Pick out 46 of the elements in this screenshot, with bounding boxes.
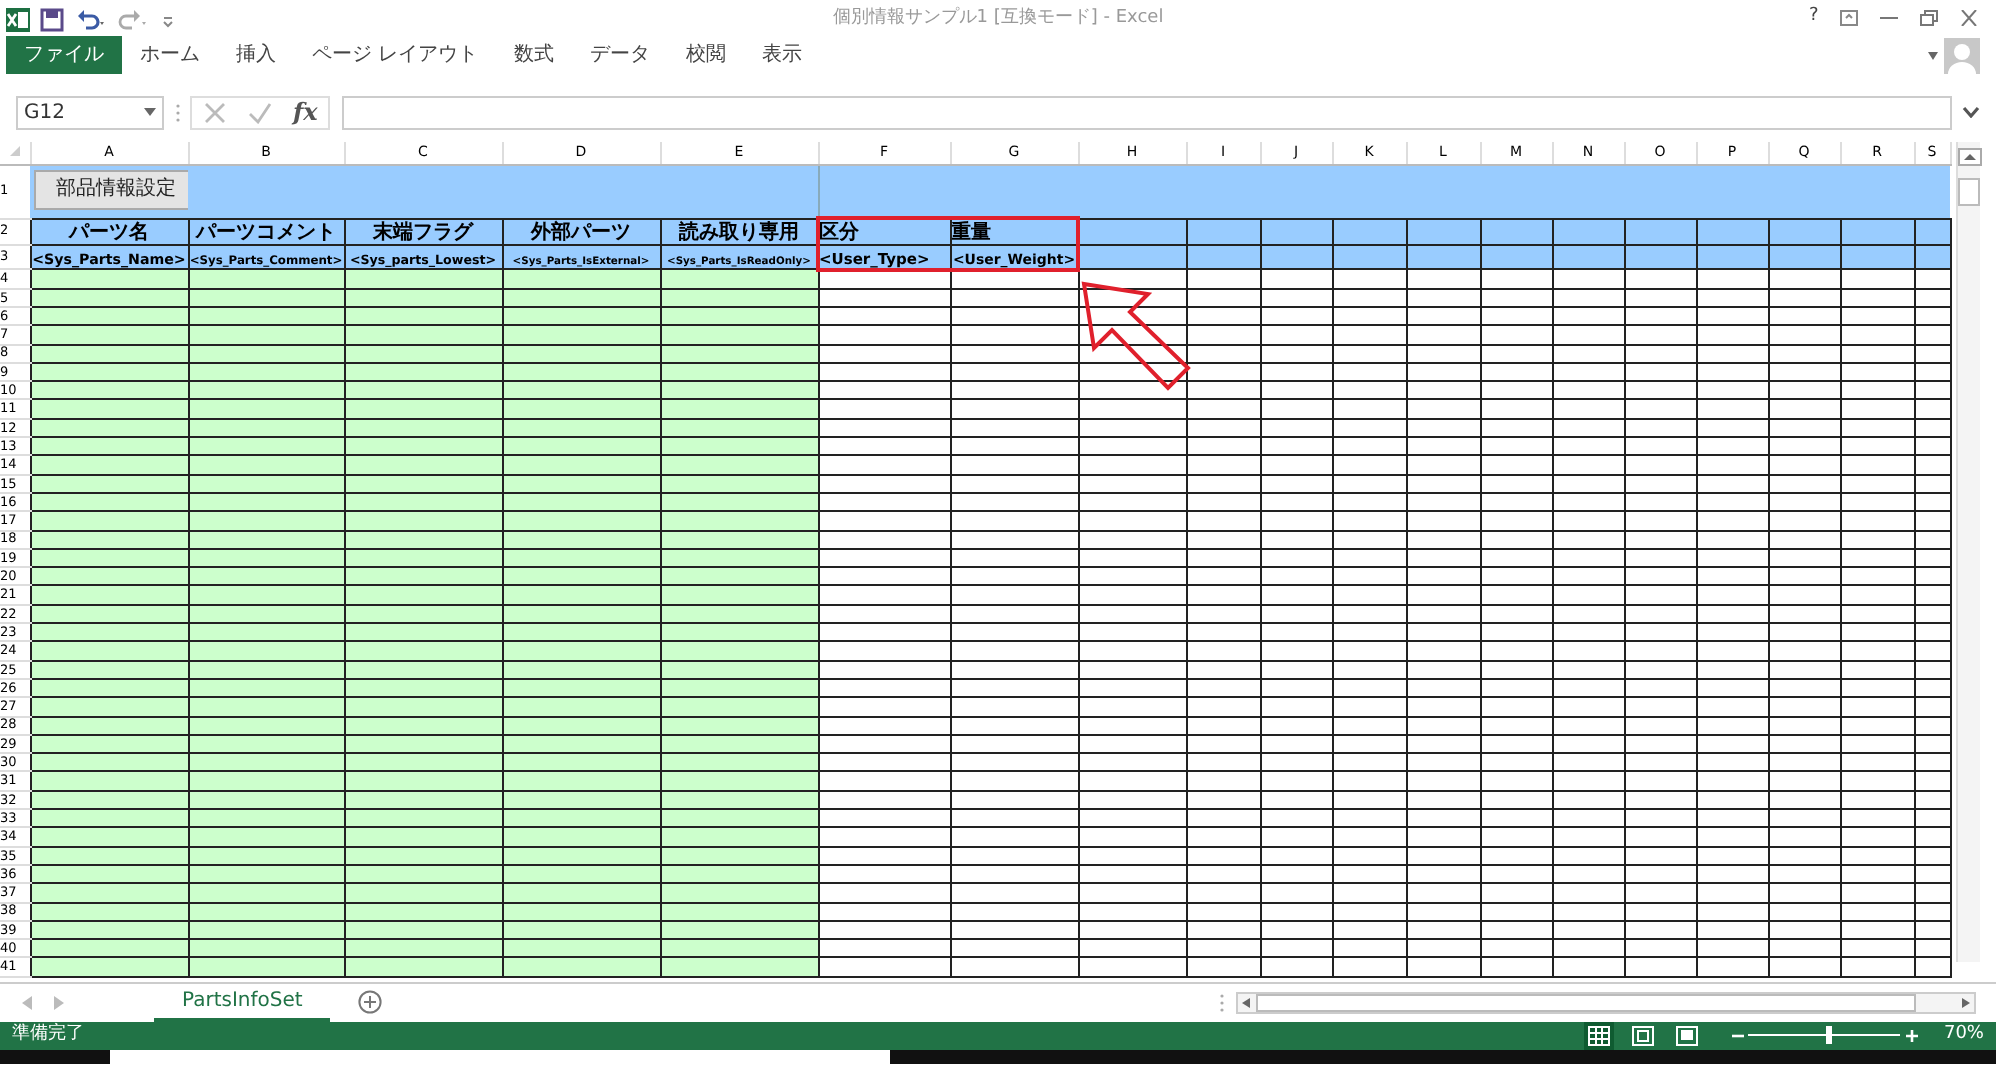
zoom-slider-thumb[interactable]: [1826, 1026, 1833, 1045]
table-cell: 区分: [820, 221, 859, 242]
table-cell: パーツコメント: [196, 221, 336, 242]
table-cell: 読み取り専用: [679, 221, 799, 242]
formula-input[interactable]: [341, 95, 1951, 129]
zoom-out-icon[interactable]: [1731, 1029, 1744, 1042]
dropdown-caret-icon[interactable]: [144, 108, 156, 116]
excel-logo-icon[interactable]: [5, 7, 30, 31]
add-sheet-icon[interactable]: [358, 989, 383, 1014]
horizontal-scrollbar[interactable]: [1236, 991, 1976, 1014]
zoom-in-icon[interactable]: [1906, 1029, 1919, 1042]
ribbon-tab[interactable]: 数式: [496, 36, 573, 74]
page-break-view-icon[interactable]: [1675, 1025, 1698, 1046]
ribbon-tab[interactable]: データ: [572, 36, 669, 74]
window-title: 個別情報サンプル1 [互換モード] - Excel: [832, 6, 1164, 32]
scroll-up-icon[interactable]: [1958, 148, 1982, 167]
normal-view-icon[interactable]: [1587, 1025, 1610, 1046]
ribbon-display-icon[interactable]: [1840, 9, 1859, 25]
name-box[interactable]: G12: [16, 95, 164, 129]
parts-settings-button[interactable]: 部品情報設定: [34, 169, 188, 209]
help-button[interactable]: ?: [1808, 3, 1819, 31]
table-cell: 外部パーツ: [531, 221, 631, 242]
page-layout-view-icon[interactable]: [1631, 1025, 1654, 1046]
ribbon-tab[interactable]: ページ レイアウト: [294, 36, 497, 74]
table-cell: 末端フラグ: [373, 221, 473, 242]
scroll-thumb[interactable]: [1256, 993, 1916, 1012]
ribbon-tab[interactable]: 挿入: [218, 36, 294, 74]
scroll-right-icon[interactable]: [1956, 993, 1974, 1012]
cell-reference: G12: [24, 99, 65, 127]
zoom-level[interactable]: 70%: [1943, 1021, 1984, 1049]
ribbon-tab[interactable]: 表示: [744, 36, 821, 74]
close-icon[interactable]: [1960, 9, 1979, 25]
ribbon-tab[interactable]: 校閲: [668, 36, 745, 74]
redo-icon[interactable]: [118, 7, 151, 31]
status-text: 準備完了: [12, 1021, 84, 1048]
restore-icon[interactable]: [1920, 9, 1939, 25]
ribbon-tab[interactable]: ホーム: [122, 36, 218, 74]
file-tab[interactable]: ファイル: [6, 36, 122, 74]
vertical-scrollbar[interactable]: [1956, 142, 1980, 962]
table-cell: パーツ名: [69, 221, 149, 242]
scroll-thumb[interactable]: [1958, 177, 1980, 205]
insert-function-button[interactable]: fx: [293, 94, 318, 130]
save-icon[interactable]: [40, 7, 65, 31]
expand-chevron-icon[interactable]: [1962, 106, 1980, 118]
caret-icon[interactable]: [1928, 51, 1939, 59]
undo-icon[interactable]: [75, 7, 108, 31]
